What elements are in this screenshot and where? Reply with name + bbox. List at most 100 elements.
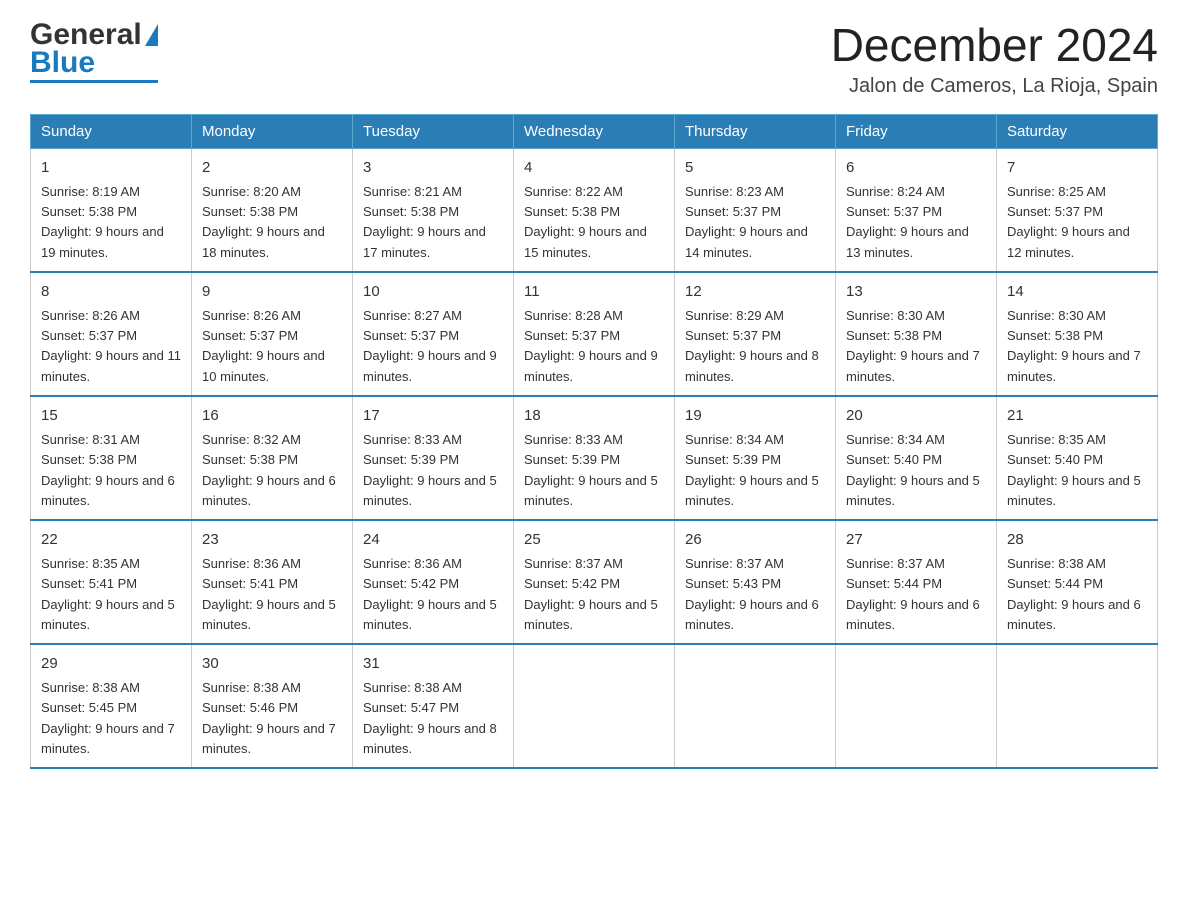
calendar-cell: 21Sunrise: 8:35 AMSunset: 5:40 PMDayligh… bbox=[997, 396, 1158, 520]
day-info: Sunrise: 8:38 AMSunset: 5:45 PMDaylight:… bbox=[41, 678, 181, 759]
day-number: 16 bbox=[202, 405, 342, 428]
calendar-header-row: SundayMondayTuesdayWednesdayThursdayFrid… bbox=[31, 114, 1158, 148]
calendar-cell bbox=[997, 644, 1158, 768]
day-info: Sunrise: 8:34 AMSunset: 5:40 PMDaylight:… bbox=[846, 430, 986, 511]
weekday-header-thursday: Thursday bbox=[675, 114, 836, 148]
weekday-header-monday: Monday bbox=[192, 114, 353, 148]
calendar-cell: 13Sunrise: 8:30 AMSunset: 5:38 PMDayligh… bbox=[836, 272, 997, 396]
week-row-4: 22Sunrise: 8:35 AMSunset: 5:41 PMDayligh… bbox=[31, 520, 1158, 644]
day-number: 22 bbox=[41, 529, 181, 552]
day-info: Sunrise: 8:23 AMSunset: 5:37 PMDaylight:… bbox=[685, 182, 825, 263]
calendar-cell: 1Sunrise: 8:19 AMSunset: 5:38 PMDaylight… bbox=[31, 148, 192, 272]
day-number: 12 bbox=[685, 281, 825, 304]
day-info: Sunrise: 8:37 AMSunset: 5:44 PMDaylight:… bbox=[846, 554, 986, 635]
day-number: 23 bbox=[202, 529, 342, 552]
day-number: 28 bbox=[1007, 529, 1147, 552]
weekday-header-tuesday: Tuesday bbox=[353, 114, 514, 148]
day-number: 17 bbox=[363, 405, 503, 428]
day-number: 11 bbox=[524, 281, 664, 304]
day-number: 15 bbox=[41, 405, 181, 428]
calendar-title-block: December 2024 Jalon de Cameros, La Rioja… bbox=[831, 20, 1158, 98]
calendar-cell: 28Sunrise: 8:38 AMSunset: 5:44 PMDayligh… bbox=[997, 520, 1158, 644]
calendar-cell: 20Sunrise: 8:34 AMSunset: 5:40 PMDayligh… bbox=[836, 396, 997, 520]
calendar-cell: 4Sunrise: 8:22 AMSunset: 5:38 PMDaylight… bbox=[514, 148, 675, 272]
day-number: 14 bbox=[1007, 281, 1147, 304]
day-number: 3 bbox=[363, 157, 503, 180]
day-info: Sunrise: 8:22 AMSunset: 5:38 PMDaylight:… bbox=[524, 182, 664, 263]
day-number: 21 bbox=[1007, 405, 1147, 428]
day-info: Sunrise: 8:30 AMSunset: 5:38 PMDaylight:… bbox=[846, 306, 986, 387]
day-number: 26 bbox=[685, 529, 825, 552]
day-number: 19 bbox=[685, 405, 825, 428]
calendar-cell: 9Sunrise: 8:26 AMSunset: 5:37 PMDaylight… bbox=[192, 272, 353, 396]
calendar-cell: 8Sunrise: 8:26 AMSunset: 5:37 PMDaylight… bbox=[31, 272, 192, 396]
day-info: Sunrise: 8:26 AMSunset: 5:37 PMDaylight:… bbox=[202, 306, 342, 387]
calendar-cell: 24Sunrise: 8:36 AMSunset: 5:42 PMDayligh… bbox=[353, 520, 514, 644]
day-number: 24 bbox=[363, 529, 503, 552]
day-info: Sunrise: 8:37 AMSunset: 5:42 PMDaylight:… bbox=[524, 554, 664, 635]
calendar-cell: 18Sunrise: 8:33 AMSunset: 5:39 PMDayligh… bbox=[514, 396, 675, 520]
logo-arrow-icon bbox=[145, 24, 158, 46]
calendar-cell: 30Sunrise: 8:38 AMSunset: 5:46 PMDayligh… bbox=[192, 644, 353, 768]
day-number: 1 bbox=[41, 157, 181, 180]
day-number: 13 bbox=[846, 281, 986, 304]
weekday-header-friday: Friday bbox=[836, 114, 997, 148]
weekday-header-sunday: Sunday bbox=[31, 114, 192, 148]
calendar-cell: 2Sunrise: 8:20 AMSunset: 5:38 PMDaylight… bbox=[192, 148, 353, 272]
day-number: 9 bbox=[202, 281, 342, 304]
day-number: 2 bbox=[202, 157, 342, 180]
calendar-title: December 2024 bbox=[831, 20, 1158, 71]
day-info: Sunrise: 8:28 AMSunset: 5:37 PMDaylight:… bbox=[524, 306, 664, 387]
day-number: 5 bbox=[685, 157, 825, 180]
logo-blue-text: Blue bbox=[30, 48, 158, 78]
calendar-table: SundayMondayTuesdayWednesdayThursdayFrid… bbox=[30, 114, 1158, 769]
calendar-subtitle: Jalon de Cameros, La Rioja, Spain bbox=[831, 75, 1158, 98]
calendar-cell: 26Sunrise: 8:37 AMSunset: 5:43 PMDayligh… bbox=[675, 520, 836, 644]
week-row-1: 1Sunrise: 8:19 AMSunset: 5:38 PMDaylight… bbox=[31, 148, 1158, 272]
calendar-cell: 17Sunrise: 8:33 AMSunset: 5:39 PMDayligh… bbox=[353, 396, 514, 520]
calendar-cell: 3Sunrise: 8:21 AMSunset: 5:38 PMDaylight… bbox=[353, 148, 514, 272]
calendar-cell: 29Sunrise: 8:38 AMSunset: 5:45 PMDayligh… bbox=[31, 644, 192, 768]
calendar-cell: 16Sunrise: 8:32 AMSunset: 5:38 PMDayligh… bbox=[192, 396, 353, 520]
day-number: 29 bbox=[41, 653, 181, 676]
day-info: Sunrise: 8:36 AMSunset: 5:41 PMDaylight:… bbox=[202, 554, 342, 635]
week-row-2: 8 Sunrise: 8:26 AMSunset: 5:37 PMDaylight… bbox=[31, 272, 1158, 396]
day-number: 31 bbox=[363, 653, 503, 676]
calendar-cell: 27Sunrise: 8:37 AMSunset: 5:44 PMDayligh… bbox=[836, 520, 997, 644]
calendar-cell: 25Sunrise: 8:37 AMSunset: 5:42 PMDayligh… bbox=[514, 520, 675, 644]
day-info: Sunrise: 8:20 AMSunset: 5:38 PMDaylight:… bbox=[202, 182, 342, 263]
day-info: Sunrise: 8:34 AMSunset: 5:39 PMDaylight:… bbox=[685, 430, 825, 511]
day-info: Sunrise: 8:29 AMSunset: 5:37 PMDaylight:… bbox=[685, 306, 825, 387]
day-info: Sunrise: 8:32 AMSunset: 5:38 PMDaylight:… bbox=[202, 430, 342, 511]
calendar-cell bbox=[836, 644, 997, 768]
day-number: 8 bbox=[41, 281, 181, 304]
day-number: 6 bbox=[846, 157, 986, 180]
day-number: 30 bbox=[202, 653, 342, 676]
calendar-cell: 5Sunrise: 8:23 AMSunset: 5:37 PMDaylight… bbox=[675, 148, 836, 272]
day-number: 4 bbox=[524, 157, 664, 180]
calendar-cell bbox=[514, 644, 675, 768]
calendar-cell bbox=[675, 644, 836, 768]
weekday-header-saturday: Saturday bbox=[997, 114, 1158, 148]
day-info: Sunrise: 8:37 AMSunset: 5:43 PMDaylight:… bbox=[685, 554, 825, 635]
day-info: Sunrise: 8:25 AMSunset: 5:37 PMDaylight:… bbox=[1007, 182, 1147, 263]
calendar-cell: 31Sunrise: 8:38 AMSunset: 5:47 PMDayligh… bbox=[353, 644, 514, 768]
day-info: Sunrise: 8:38 AMSunset: 5:47 PMDaylight:… bbox=[363, 678, 503, 759]
calendar-cell: 6Sunrise: 8:24 AMSunset: 5:37 PMDaylight… bbox=[836, 148, 997, 272]
day-info: Sunrise: 8:38 AMSunset: 5:46 PMDaylight:… bbox=[202, 678, 342, 759]
calendar-cell: 19Sunrise: 8:34 AMSunset: 5:39 PMDayligh… bbox=[675, 396, 836, 520]
day-number: 20 bbox=[846, 405, 986, 428]
day-number: 25 bbox=[524, 529, 664, 552]
day-info: Sunrise: 8:31 AMSunset: 5:38 PMDaylight:… bbox=[41, 430, 181, 511]
logo: General Blue bbox=[30, 20, 158, 83]
calendar-cell: 22Sunrise: 8:35 AMSunset: 5:41 PMDayligh… bbox=[31, 520, 192, 644]
day-number: 10 bbox=[363, 281, 503, 304]
day-number: 7 bbox=[1007, 157, 1147, 180]
day-info: Sunrise: 8:35 AMSunset: 5:41 PMDaylight:… bbox=[41, 554, 181, 635]
calendar-cell: 23Sunrise: 8:36 AMSunset: 5:41 PMDayligh… bbox=[192, 520, 353, 644]
day-info: Sunrise: 8:27 AMSunset: 5:37 PMDaylight:… bbox=[363, 306, 503, 387]
day-info: Sunrise: 8:36 AMSunset: 5:42 PMDaylight:… bbox=[363, 554, 503, 635]
calendar-cell: 12Sunrise: 8:29 AMSunset: 5:37 PMDayligh… bbox=[675, 272, 836, 396]
calendar-cell: 15Sunrise: 8:31 AMSunset: 5:38 PMDayligh… bbox=[31, 396, 192, 520]
calendar-cell: 14Sunrise: 8:30 AMSunset: 5:38 PMDayligh… bbox=[997, 272, 1158, 396]
